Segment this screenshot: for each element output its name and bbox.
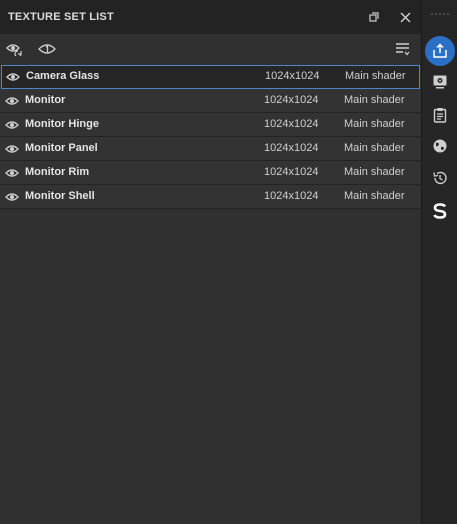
panel-title: TEXTURE SET LIST bbox=[8, 11, 114, 23]
eye-icon[interactable] bbox=[5, 143, 19, 155]
sort-list-icon bbox=[396, 43, 410, 56]
maximize-icon bbox=[369, 12, 379, 22]
close-button[interactable] bbox=[395, 7, 415, 27]
sort-menu-button[interactable] bbox=[392, 38, 414, 60]
display-settings-icon bbox=[433, 75, 447, 89]
texture-set-name: Monitor bbox=[25, 94, 66, 106]
eye-icon[interactable] bbox=[5, 95, 19, 107]
maximize-button[interactable] bbox=[364, 7, 384, 27]
toggle-visibility-button[interactable] bbox=[4, 38, 26, 60]
sidebar-drag-handle[interactable] bbox=[431, 13, 449, 17]
texture-set-row[interactable]: Camera Glass 1024x1024 Main shader bbox=[1, 65, 420, 89]
eye-icon[interactable] bbox=[5, 167, 19, 179]
texture-set-name: Monitor Rim bbox=[25, 166, 90, 178]
substance-logo-icon bbox=[433, 203, 447, 219]
texture-set-row[interactable]: Monitor Shell 1024x1024 Main shader bbox=[0, 185, 421, 209]
close-icon bbox=[400, 12, 410, 22]
solo-visibility-button[interactable] bbox=[36, 38, 58, 60]
sidebar-item-history[interactable] bbox=[425, 163, 455, 193]
panel-titlebar: TEXTURE SET LIST bbox=[0, 0, 421, 34]
texture-set-resolution: 1024x1024 bbox=[264, 94, 319, 106]
globe-icon bbox=[433, 139, 447, 153]
texture-set-shader: Main shader bbox=[344, 142, 405, 154]
eye-sync-icon bbox=[6, 44, 22, 56]
texture-set-list-panel: TEXTURE SET LIST Camera Glass 1024x1024 … bbox=[0, 0, 421, 524]
history-icon bbox=[433, 171, 447, 185]
panel-toolbar bbox=[0, 34, 421, 64]
texture-set-shader: Main shader bbox=[345, 70, 406, 82]
sidebar-item-export[interactable] bbox=[425, 36, 455, 66]
sidebar-item-display-settings[interactable] bbox=[425, 67, 455, 97]
right-sidebar bbox=[421, 0, 457, 524]
texture-set-row[interactable]: Monitor Hinge 1024x1024 Main shader bbox=[0, 113, 421, 137]
texture-set-name: Monitor Hinge bbox=[25, 118, 99, 130]
texture-set-resolution: 1024x1024 bbox=[264, 142, 319, 154]
sidebar-item-substance[interactable] bbox=[425, 196, 455, 226]
texture-set-shader: Main shader bbox=[344, 166, 405, 178]
eye-icon[interactable] bbox=[5, 119, 19, 131]
texture-set-row[interactable]: Monitor Panel 1024x1024 Main shader bbox=[0, 137, 421, 161]
texture-set-shader: Main shader bbox=[344, 118, 405, 130]
texture-set-resolution: 1024x1024 bbox=[264, 118, 319, 130]
export-icon bbox=[433, 43, 447, 58]
texture-set-shader: Main shader bbox=[344, 94, 405, 106]
texture-set-resolution: 1024x1024 bbox=[264, 166, 319, 178]
texture-set-list: Camera Glass 1024x1024 Main shader Monit… bbox=[0, 65, 421, 209]
texture-set-name: Monitor Panel bbox=[25, 142, 98, 154]
eye-icon[interactable] bbox=[6, 71, 20, 83]
texture-set-resolution: 1024x1024 bbox=[265, 70, 320, 82]
texture-set-row[interactable]: Monitor 1024x1024 Main shader bbox=[0, 89, 421, 113]
texture-set-resolution: 1024x1024 bbox=[264, 190, 319, 202]
sidebar-item-clipboard[interactable] bbox=[425, 100, 455, 130]
eye-solo-icon bbox=[38, 44, 56, 54]
app-root: TEXTURE SET LIST Camera Glass 1024x1024 … bbox=[0, 0, 457, 524]
texture-set-name: Monitor Shell bbox=[25, 190, 95, 202]
sidebar-item-environment[interactable] bbox=[425, 131, 455, 161]
texture-set-row[interactable]: Monitor Rim 1024x1024 Main shader bbox=[0, 161, 421, 185]
texture-set-name: Camera Glass bbox=[26, 70, 100, 82]
eye-icon[interactable] bbox=[5, 191, 19, 203]
clipboard-icon bbox=[433, 108, 447, 123]
texture-set-shader: Main shader bbox=[344, 190, 405, 202]
